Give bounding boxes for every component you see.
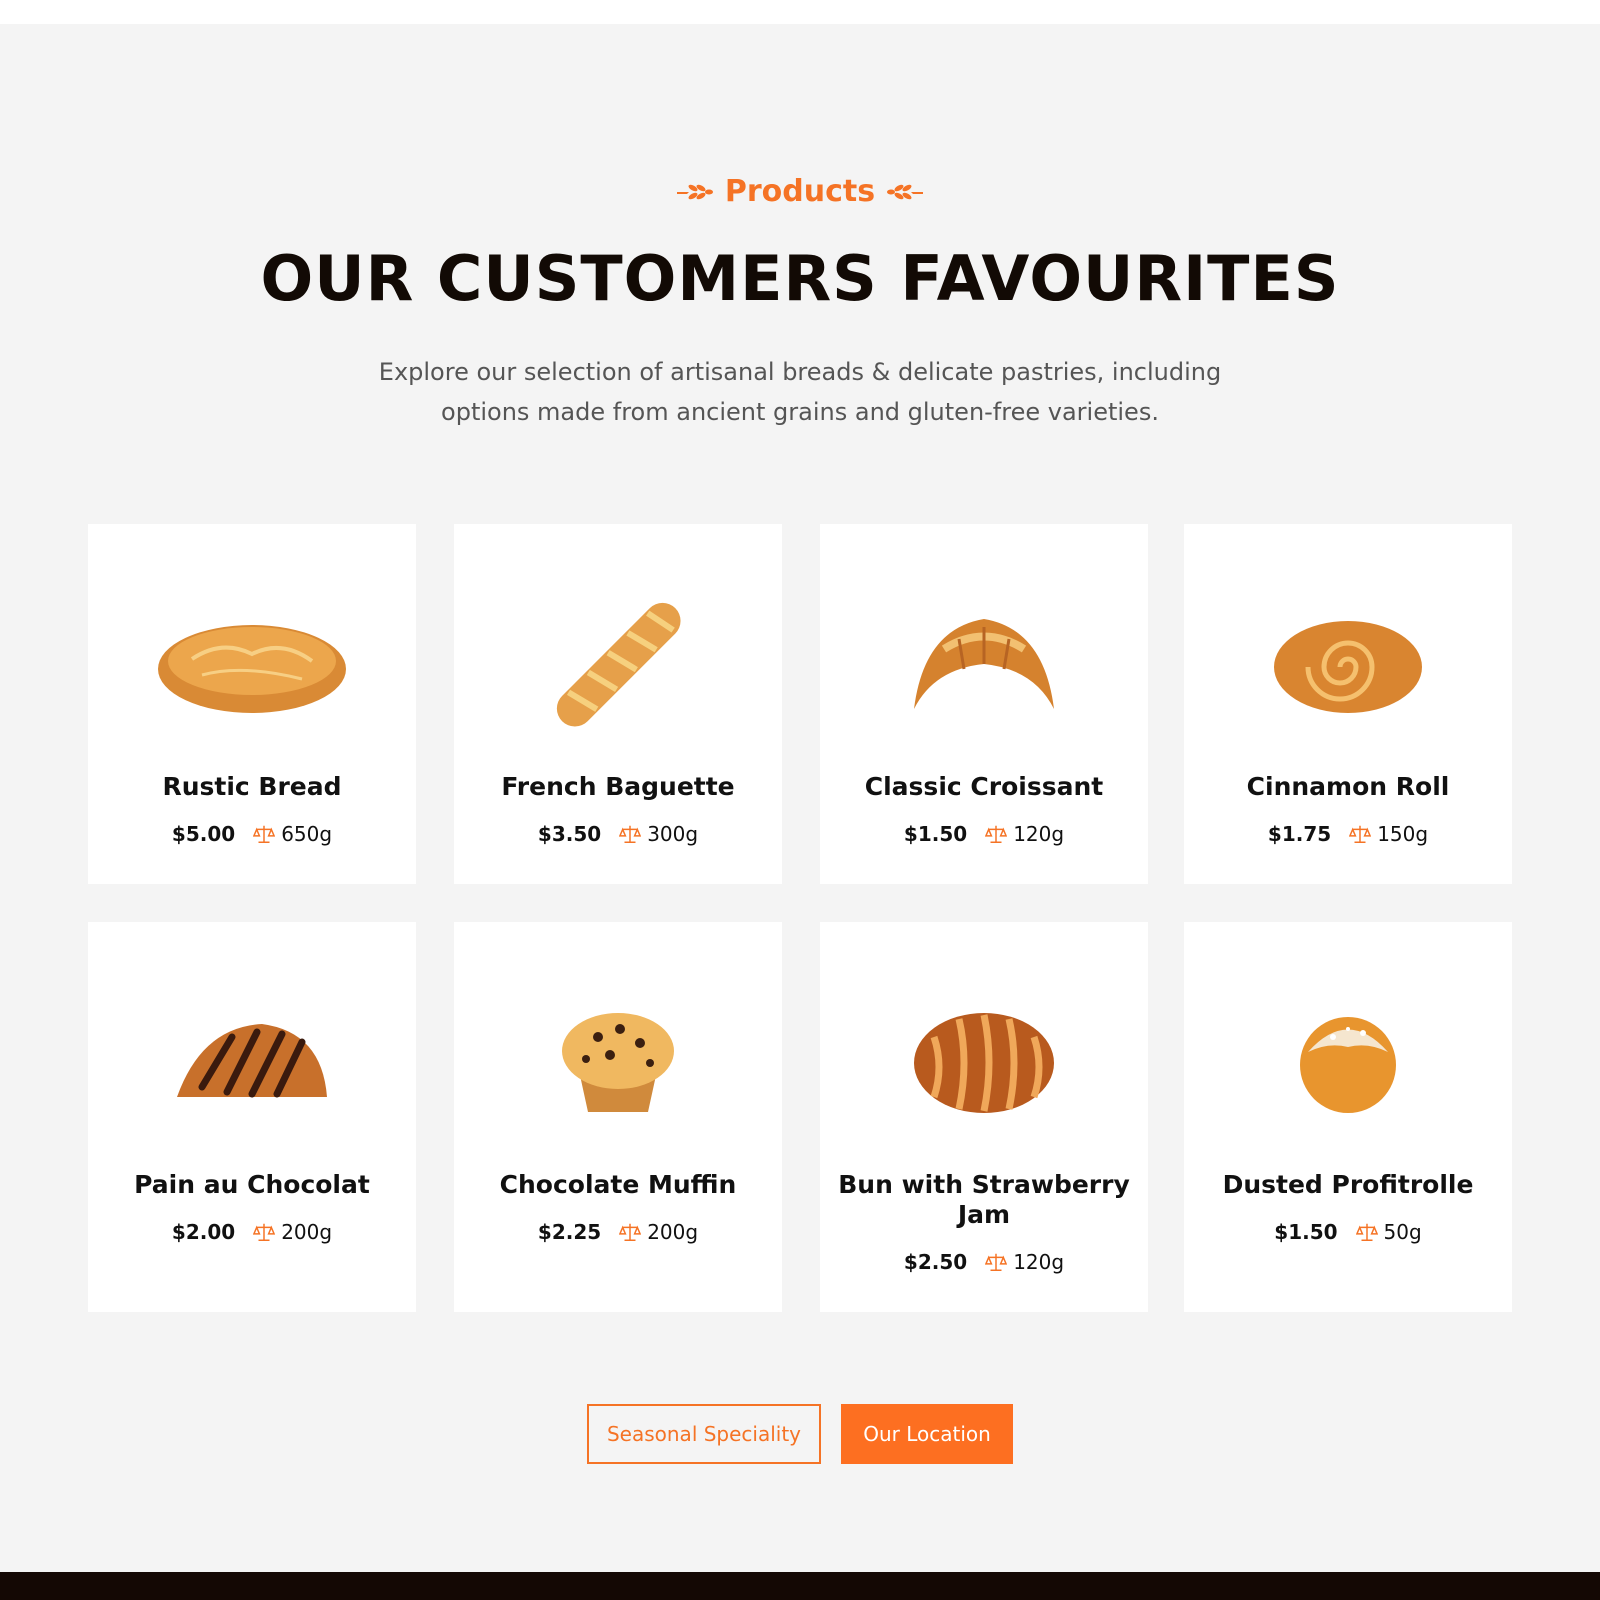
product-weight: 200g [253,1220,332,1244]
weight-value: 50g [1383,1220,1422,1244]
product-weight: 150g [1349,822,1428,846]
product-name: Chocolate Muffin [499,1170,737,1199]
product-card[interactable]: Cinnamon Roll $1.75 150g [1184,524,1512,884]
product-card[interactable]: Dusted Profitrolle $1.50 50g [1184,922,1512,1312]
footer-band [0,1572,1600,1600]
product-name: Pain au Chocolat [134,1170,370,1199]
wheat-left-icon [676,184,713,199]
product-name: Classic Croissant [864,772,1104,801]
product-card[interactable]: Classic Croissant $1.50 120g [820,524,1148,884]
product-meta: $2.50 120g [820,1250,1148,1274]
product-name: French Baguette [501,772,735,801]
product-price: $5.00 [171,822,236,846]
product-price: $2.50 [903,1250,968,1274]
scale-icon [253,825,276,843]
strawberry-bun-image [820,962,1148,1162]
weight-value: 120g [1013,822,1065,846]
pain-au-chocolat-image [88,962,416,1162]
product-card[interactable]: Bun with Strawberry Jam $2.50 120g [820,922,1148,1312]
product-card[interactable]: Pain au Chocolat $2.00 200g [88,922,416,1312]
scale-icon [1355,1223,1378,1241]
croissant-image [820,564,1148,764]
rustic-bread-image [88,564,416,764]
product-price: $3.50 [537,822,602,846]
scale-icon [1349,825,1372,843]
product-weight: 50g [1355,1220,1422,1244]
product-meta: $1.50 120g [820,822,1148,846]
profitrolle-image [1184,962,1512,1162]
product-weight: 200g [619,1220,698,1244]
section-intro: Explore our selection of artisanal bread… [378,358,1222,426]
weight-value: 650g [281,822,333,846]
product-weight: 120g [985,822,1064,846]
product-price: $1.50 [903,822,968,846]
product-name: Bun with Strawberry Jam [838,1170,1130,1229]
weight-value: 120g [1013,1250,1065,1274]
product-price: $2.25 [537,1220,602,1244]
weight-value: 200g [281,1220,333,1244]
section-title: OUR CUSTOMERS FAVOURITES [260,242,1340,315]
seasonal-speciality-button[interactable]: Seasonal Speciality [587,1404,821,1464]
product-meta: $1.75 150g [1184,822,1512,846]
scale-icon [985,1253,1008,1271]
product-name: Rustic Bread [162,772,342,801]
product-card[interactable]: Rustic Bread $5.00 650g [88,524,416,884]
product-name: Cinnamon Roll [1246,772,1450,801]
scale-icon [985,825,1008,843]
scale-icon [619,1223,642,1241]
scale-icon [619,825,642,843]
product-meta: $5.00 650g [88,822,416,846]
product-weight: 120g [985,1250,1064,1274]
eyebrow-label: Products [724,174,876,209]
product-meta: $1.50 50g [1184,1220,1512,1244]
our-location-button[interactable]: Our Location [841,1404,1013,1464]
muffin-image [454,962,782,1162]
wheat-right-icon [887,184,924,199]
product-meta: $2.25 200g [454,1220,782,1244]
weight-value: 150g [1377,822,1429,846]
products-section: Products OUR CUSTOMERS FAVOURITES Explor… [0,24,1600,1572]
cinnamon-roll-image [1184,564,1512,764]
baguette-image [454,564,782,764]
product-price: $1.75 [1267,822,1332,846]
product-meta: $2.00 200g [88,1220,416,1244]
product-price: $2.00 [171,1220,236,1244]
product-name: Dusted Profitrolle [1222,1170,1474,1199]
product-card[interactable]: Chocolate Muffin $2.25 200g [454,922,782,1312]
product-weight: 650g [253,822,332,846]
product-price: $1.50 [1274,1220,1338,1244]
weight-value: 300g [647,822,699,846]
product-card[interactable]: French Baguette $3.50 300g [454,524,782,884]
scale-icon [253,1223,276,1241]
section-eyebrow: Products [0,174,1600,209]
product-weight: 300g [619,822,698,846]
cta-group: Seasonal Speciality Our Location [0,1404,1600,1464]
product-meta: $3.50 300g [454,822,782,846]
weight-value: 200g [647,1220,699,1244]
